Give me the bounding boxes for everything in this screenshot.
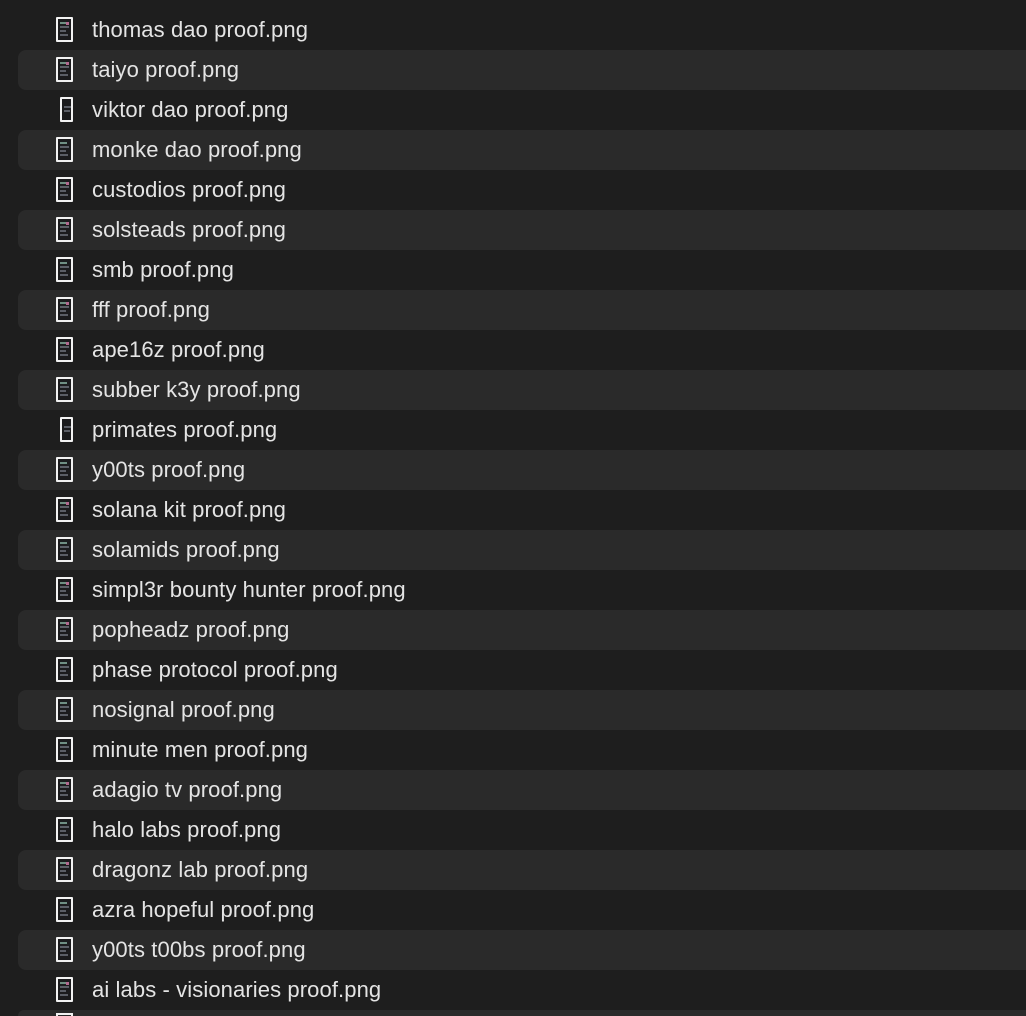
list-item[interactable]: thomas dao proof.png bbox=[18, 10, 1026, 50]
file-name: phase protocol proof.png bbox=[92, 657, 338, 682]
list-item[interactable]: minute men proof.png bbox=[18, 730, 1026, 770]
list-item[interactable]: primates proof.png bbox=[18, 410, 1026, 450]
image-file-icon bbox=[56, 617, 73, 642]
image-file-icon bbox=[56, 177, 73, 202]
image-file-icon bbox=[56, 137, 73, 162]
image-file-icon bbox=[56, 257, 73, 282]
list-item[interactable]: adagio tv proof.png bbox=[18, 770, 1026, 810]
image-file-icon bbox=[60, 417, 73, 442]
file-name: subber k3y proof.png bbox=[92, 377, 301, 402]
list-item[interactable]: dragonz lab proof.png bbox=[18, 850, 1026, 890]
file-name: custodios proof.png bbox=[92, 177, 286, 202]
list-item[interactable]: ape16z proof.png bbox=[18, 330, 1026, 370]
list-item[interactable]: azra hopeful proof.png bbox=[18, 890, 1026, 930]
image-file-icon bbox=[56, 937, 73, 962]
file-name: taiyo proof.png bbox=[92, 57, 240, 82]
file-name: azra hopeful proof.png bbox=[92, 897, 315, 922]
image-file-icon bbox=[56, 337, 73, 362]
file-name: popheadz proof.png bbox=[92, 617, 290, 642]
image-file-icon bbox=[56, 577, 73, 602]
list-item[interactable]: y00ts t00bs proof.png bbox=[18, 930, 1026, 970]
image-file-icon bbox=[56, 697, 73, 722]
file-name: solamids proof.png bbox=[92, 537, 280, 562]
list-item[interactable]: ai labs - visionaries proof.png bbox=[18, 970, 1026, 1010]
file-name: ape16z proof.png bbox=[92, 337, 265, 362]
image-file-icon bbox=[56, 657, 73, 682]
file-name: solana kit proof.png bbox=[92, 497, 287, 522]
list-item[interactable]: popheadz proof.png bbox=[18, 610, 1026, 650]
file-name: primates proof.png bbox=[92, 417, 278, 442]
image-file-icon bbox=[56, 817, 73, 842]
file-list[interactable]: thomas dao proof.png taiyo proof.png vik… bbox=[0, 10, 1026, 1010]
image-file-icon bbox=[56, 537, 73, 562]
image-file-icon bbox=[56, 297, 73, 322]
file-name: ai labs - visionaries proof.png bbox=[92, 977, 382, 1002]
list-item[interactable]: halo labs proof.png bbox=[18, 810, 1026, 850]
image-file-icon bbox=[60, 97, 73, 122]
file-name: y00ts proof.png bbox=[92, 457, 246, 482]
image-file-icon bbox=[56, 857, 73, 882]
file-name: solsteads proof.png bbox=[92, 217, 286, 242]
file-name: simpl3r bounty hunter proof.png bbox=[92, 577, 406, 602]
list-item[interactable]: smb proof.png bbox=[18, 250, 1026, 290]
file-name: minute men proof.png bbox=[92, 737, 309, 762]
image-file-icon bbox=[56, 977, 73, 1002]
list-item-partial[interactable] bbox=[18, 1010, 1026, 1016]
file-name: adagio tv proof.png bbox=[92, 777, 283, 802]
image-file-icon bbox=[56, 17, 73, 42]
list-item[interactable]: solsteads proof.png bbox=[18, 210, 1026, 250]
image-file-icon bbox=[56, 497, 73, 522]
list-item[interactable]: phase protocol proof.png bbox=[18, 650, 1026, 690]
list-item[interactable]: subber k3y proof.png bbox=[18, 370, 1026, 410]
file-name: smb proof.png bbox=[92, 257, 234, 282]
list-item[interactable]: solana kit proof.png bbox=[18, 490, 1026, 530]
file-name: dragonz lab proof.png bbox=[92, 857, 309, 882]
file-name: nosignal proof.png bbox=[92, 697, 275, 722]
list-item[interactable]: viktor dao proof.png bbox=[18, 90, 1026, 130]
list-item[interactable]: taiyo proof.png bbox=[18, 50, 1026, 90]
image-file-icon bbox=[56, 737, 73, 762]
image-file-icon bbox=[56, 897, 73, 922]
list-item[interactable]: y00ts proof.png bbox=[18, 450, 1026, 490]
file-name: thomas dao proof.png bbox=[92, 17, 309, 42]
list-item[interactable]: monke dao proof.png bbox=[18, 130, 1026, 170]
file-name: y00ts t00bs proof.png bbox=[92, 937, 306, 962]
image-file-icon bbox=[56, 57, 73, 82]
image-file-icon bbox=[56, 777, 73, 802]
image-file-icon bbox=[56, 457, 73, 482]
file-name: viktor dao proof.png bbox=[92, 97, 289, 122]
list-item[interactable]: nosignal proof.png bbox=[18, 690, 1026, 730]
image-file-icon bbox=[56, 377, 73, 402]
file-name: fff proof.png bbox=[92, 297, 210, 322]
file-name: halo labs proof.png bbox=[92, 817, 282, 842]
list-item[interactable]: custodios proof.png bbox=[18, 170, 1026, 210]
list-item[interactable]: solamids proof.png bbox=[18, 530, 1026, 570]
list-item[interactable]: fff proof.png bbox=[18, 290, 1026, 330]
list-item[interactable]: simpl3r bounty hunter proof.png bbox=[18, 570, 1026, 610]
file-name: monke dao proof.png bbox=[92, 137, 302, 162]
image-file-icon bbox=[56, 217, 73, 242]
